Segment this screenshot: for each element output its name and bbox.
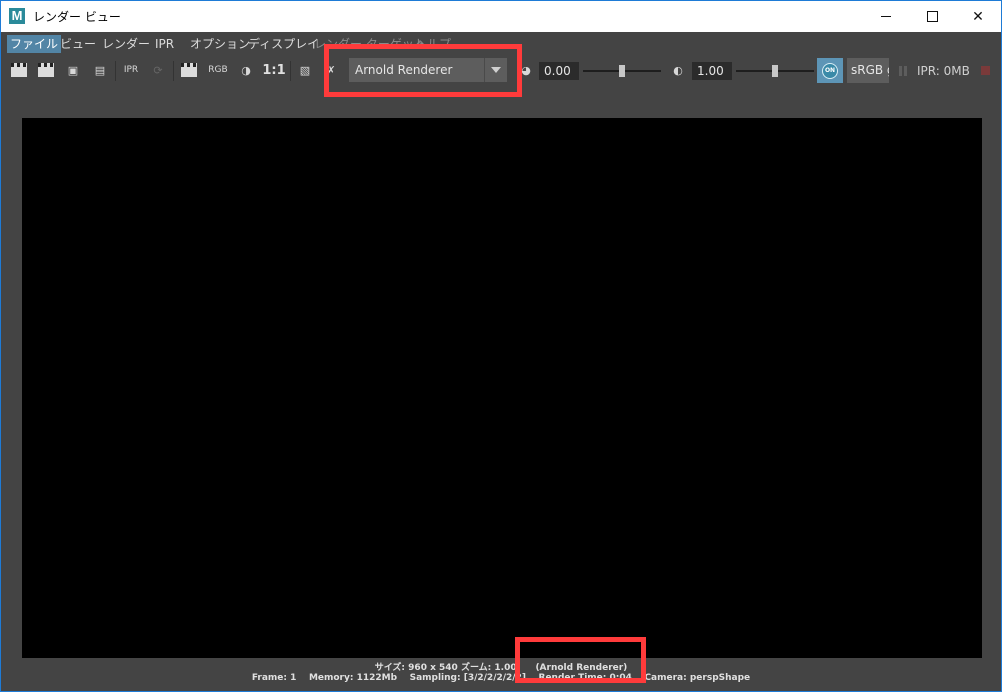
- renderer-value: Arnold Renderer: [355, 63, 453, 77]
- checker-icon: ◑: [241, 63, 251, 77]
- renderer-dropdown[interactable]: Arnold Renderer: [349, 58, 507, 82]
- ipr-icon: IPR: [123, 65, 139, 75]
- renderer-dropdown-arrow[interactable]: [484, 58, 507, 82]
- chevron-down-icon: [491, 67, 501, 73]
- renderer-status-label: (Arnold Renderer): [535, 663, 628, 673]
- pause-ipr-button[interactable]: [899, 66, 907, 76]
- real-size-button[interactable]: 1:1: [262, 61, 286, 79]
- gamma-slider-thumb[interactable]: [772, 65, 778, 77]
- title-bar: M レンダー ビュー ✕: [1, 1, 1001, 32]
- image-size-label: サイズ: 960 x 540: [374, 663, 458, 673]
- menu-help[interactable]: ヘルプ: [412, 35, 454, 53]
- remove-image-button[interactable]: ✗: [322, 61, 340, 79]
- toolbar-divider: [290, 61, 291, 81]
- toolbar-divider: [173, 61, 174, 81]
- exposure-field[interactable]: 0.00: [539, 62, 579, 80]
- gamma-icon-button[interactable]: ◐: [669, 61, 687, 79]
- gamma-field[interactable]: 1.00: [692, 62, 732, 80]
- gamma-icon: ◐: [673, 63, 683, 77]
- maximize-button[interactable]: [909, 1, 955, 32]
- close-button[interactable]: ✕: [955, 1, 1001, 32]
- image-frame-icon: ▧: [299, 63, 311, 77]
- rgb-icon: RGB: [208, 65, 228, 75]
- exposure-icon: ◕: [521, 63, 531, 77]
- alpha-channel-button[interactable]: ◑: [237, 61, 255, 79]
- frame-label: Frame: 1: [251, 673, 297, 683]
- render-sequence-button[interactable]: ▤: [91, 61, 109, 79]
- on-icon: ON: [822, 62, 838, 79]
- minimize-icon: [881, 16, 891, 17]
- menu-render[interactable]: レンダー: [99, 35, 153, 53]
- stop-ipr-button[interactable]: [981, 66, 990, 75]
- exposure-slider-thumb[interactable]: [619, 65, 625, 77]
- menu-bar: ファイル ビュー レンダー IPR オプション ディスプレイ レンダー ターゲッ…: [1, 34, 1001, 54]
- sequence-icon: ▤: [94, 63, 106, 77]
- status-line-1: サイズ: 960 x 540 ズーム: 1.00 (Arnold Rendere…: [1, 660, 1001, 673]
- memory-label: Memory: 1122Mb: [308, 673, 398, 683]
- render-view-window: M レンダー ビュー ✕ ファイル ビュー レンダー IPR オプション ディス…: [0, 0, 1002, 692]
- sampling-label: Sampling: [3/2/2/2/2/2]: [409, 673, 526, 683]
- toolbar-divider: [115, 61, 116, 81]
- camera-icon: ▣: [67, 63, 79, 77]
- maya-app-icon: M: [9, 8, 25, 24]
- render-settings-button[interactable]: [180, 61, 198, 79]
- ipr-memory-label: IPR: 0MB: [917, 64, 970, 78]
- snapshot-button[interactable]: ▣: [64, 61, 82, 79]
- settings-clapboard-icon: [181, 63, 197, 77]
- maximize-icon: [926, 11, 938, 22]
- render-image[interactable]: [22, 118, 982, 658]
- camera-label: Camera: perspShape: [644, 673, 751, 683]
- render-region-button[interactable]: [37, 61, 55, 79]
- refresh-icon: ⟳: [153, 63, 163, 77]
- color-management-toggle[interactable]: ON: [817, 58, 843, 83]
- menu-view[interactable]: ビュー: [57, 35, 99, 53]
- zoom-label: ズーム: 1.00: [460, 663, 517, 673]
- display-image-button[interactable]: ▧: [296, 61, 314, 79]
- ratio-label: 1:1: [262, 62, 286, 78]
- menu-ipr[interactable]: IPR: [152, 35, 177, 53]
- menu-options[interactable]: オプション: [187, 35, 253, 53]
- view-transform-dropdown[interactable]: sRGB g: [847, 58, 889, 83]
- pause-icon: [899, 66, 902, 76]
- menu-file[interactable]: ファイル: [7, 35, 62, 53]
- render-time-label: Render Time: 0:04: [538, 673, 632, 683]
- status-line-2: Frame: 1 Memory: 1122Mb Sampling: [3/2/2…: [1, 673, 1001, 683]
- remove-image-icon: ✗: [326, 63, 336, 77]
- window-title: レンダー ビュー: [33, 10, 121, 24]
- region-clapboard-icon: [38, 63, 54, 77]
- clapboard-icon: [11, 63, 27, 77]
- rgb-channel-button[interactable]: RGB: [208, 61, 228, 79]
- ipr-render-button[interactable]: IPR: [122, 61, 140, 79]
- exposure-icon-button[interactable]: ◕: [517, 61, 535, 79]
- close-icon: ✕: [972, 8, 984, 25]
- minimize-button[interactable]: [863, 1, 909, 32]
- pause-icon-bar: [904, 66, 907, 76]
- refresh-ipr-button[interactable]: ⟳: [149, 61, 167, 79]
- redo-render-button[interactable]: [10, 61, 28, 79]
